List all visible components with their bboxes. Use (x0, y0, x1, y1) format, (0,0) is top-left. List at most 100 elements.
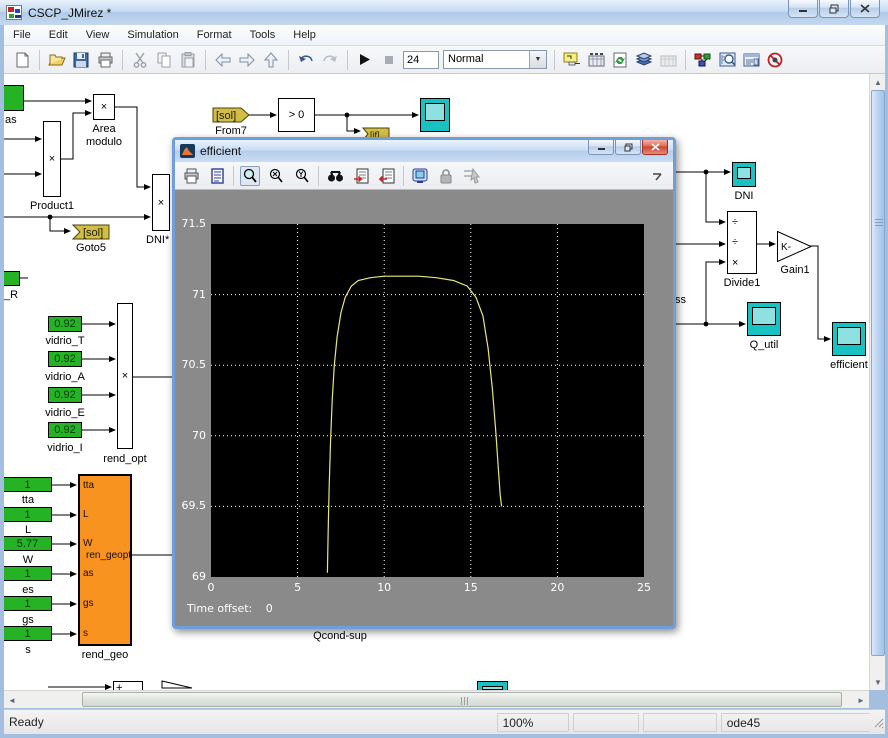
zoom-x-icon[interactable] (266, 166, 286, 186)
open-icon[interactable] (47, 50, 67, 70)
vertical-scroll-thumb[interactable] (871, 90, 885, 656)
undo-icon[interactable] (296, 50, 316, 70)
go-back-icon[interactable] (213, 50, 233, 70)
redo-icon[interactable] (320, 50, 340, 70)
vertical-scrollbar[interactable]: ▲ ▼ (869, 74, 885, 690)
scope-plot-area[interactable] (211, 224, 644, 577)
copy-icon[interactable] (154, 50, 174, 70)
block-vidrio-i[interactable]: 0.92 (48, 422, 82, 438)
scroll-down-icon[interactable]: ▼ (870, 674, 886, 690)
block-scope-fragment[interactable] (477, 681, 508, 690)
block-rend-opt[interactable]: × (117, 303, 133, 449)
build-icon[interactable] (634, 50, 654, 70)
block-scope-qutil[interactable] (747, 302, 781, 336)
block-area-modulo[interactable]: × (93, 94, 115, 120)
block-label: Product1 (29, 200, 75, 212)
cut-icon[interactable] (130, 50, 150, 70)
block-constant-as[interactable] (4, 85, 24, 111)
block-vidrio-t[interactable]: 0.92 (48, 316, 82, 332)
simulink-app-icon (6, 5, 22, 20)
close-button[interactable] (850, 0, 880, 18)
block-constant-tta[interactable]: 1 (4, 477, 52, 492)
library-link-icon[interactable] (562, 50, 582, 70)
simulink-debugger-icon[interactable] (741, 50, 761, 70)
library-browser-icon[interactable] (693, 50, 713, 70)
parameters-icon[interactable] (207, 166, 227, 186)
simulation-stop-time-input[interactable]: 24 (403, 50, 439, 69)
start-simulation-icon[interactable] (355, 50, 375, 70)
model-canvas[interactable]: as × Product1 × Area modulo [sol] Goto5 … (4, 74, 869, 690)
menu-help[interactable]: Help (284, 25, 325, 45)
block-scope-efficient[interactable] (832, 322, 866, 356)
menu-simulation[interactable]: Simulation (118, 25, 187, 45)
go-forward-icon[interactable] (237, 50, 257, 70)
block-constant-s[interactable]: 1 (4, 626, 52, 641)
simulation-mode-select[interactable]: Normal ▼ (443, 50, 547, 69)
save-axes-icon[interactable] (351, 166, 371, 186)
menu-view[interactable]: View (77, 25, 119, 45)
block-scope-dni[interactable] (732, 162, 756, 187)
go-up-icon[interactable] (261, 50, 281, 70)
status-bar: Ready 100% ode45 (4, 709, 885, 734)
block-constant-es[interactable]: 1 (4, 566, 52, 581)
block-from7[interactable]: [sol] (212, 107, 250, 123)
block-sum-fragment[interactable]: + (113, 681, 143, 690)
model-explorer-icon[interactable] (717, 50, 737, 70)
block-compare-to-zero[interactable]: > 0 (278, 98, 315, 132)
block-label: rend_opt (103, 453, 147, 465)
print-icon[interactable] (181, 166, 201, 186)
scroll-up-icon[interactable]: ▲ (870, 74, 886, 90)
block-scope-top[interactable] (420, 98, 450, 132)
block-product1[interactable]: × (43, 121, 61, 197)
block-constant-gs[interactable]: 1 (4, 596, 52, 611)
new-model-icon[interactable] (12, 50, 32, 70)
menu-bar: File Edit View Simulation Format Tools H… (4, 25, 885, 46)
horizontal-scrollbar[interactable]: ◄ ► (4, 690, 869, 708)
block-rend-geo-subsystem[interactable]: tta L W as gs s ren_geopt (78, 474, 132, 646)
toolbar-overflow-icon[interactable] (647, 166, 667, 186)
floating-scope-icon[interactable] (410, 166, 430, 186)
print-icon[interactable] (95, 50, 115, 70)
disabled-grid-icon (658, 50, 678, 70)
scope-minimize-button[interactable] (588, 140, 614, 155)
block-constant-l[interactable]: 1 (4, 507, 52, 522)
zoom-y-icon[interactable] (292, 166, 312, 186)
scope-window-efficient[interactable]: efficient 69 69.5 70 70.5 71 71.5 0 5 10… (172, 137, 676, 629)
scope-restore-button[interactable] (615, 140, 641, 155)
block-constant-tr[interactable] (4, 271, 20, 286)
restore-axes-icon[interactable] (377, 166, 397, 186)
time-offset: Time offset: 0 (187, 602, 273, 615)
debug-disabled-icon[interactable] (765, 50, 785, 70)
scroll-right-icon[interactable]: ► (853, 692, 869, 708)
block-vidrio-a[interactable]: 0.92 (48, 351, 82, 367)
block-dni-multiply[interactable]: × (152, 174, 170, 231)
restore-button[interactable] (819, 0, 849, 18)
horizontal-scroll-thumb[interactable] (82, 692, 842, 707)
menu-tools[interactable]: Tools (241, 25, 285, 45)
resize-grip[interactable] (872, 716, 885, 729)
menu-edit[interactable]: Edit (40, 25, 77, 45)
block-gain1[interactable]: K- (777, 230, 813, 263)
save-icon[interactable] (71, 50, 91, 70)
minimize-button[interactable] (788, 0, 818, 18)
block-divide1[interactable]: ÷ ÷ × (727, 211, 757, 274)
scope-title-bar[interactable]: efficient (175, 140, 673, 162)
update-diagram-icon[interactable] (610, 50, 630, 70)
autoscale-icon[interactable] (325, 166, 345, 186)
x-tick-label: 10 (377, 581, 392, 594)
block-constant-w[interactable]: 5.77 (4, 536, 52, 551)
scope-close-button[interactable] (642, 140, 668, 155)
block-goto5[interactable]: [sol] (71, 224, 110, 240)
stop-simulation-icon[interactable] (379, 50, 399, 70)
svg-text:K-: K- (781, 242, 791, 253)
menu-file[interactable]: File (4, 25, 40, 45)
chevron-down-icon[interactable]: ▼ (529, 51, 546, 68)
zoom-icon[interactable] (240, 165, 260, 186)
block-label: DNI (734, 190, 754, 202)
scroll-left-icon[interactable]: ◄ (4, 692, 20, 708)
block-vidrio-e[interactable]: 0.92 (48, 387, 82, 403)
block-label: gs (22, 614, 34, 626)
menu-format[interactable]: Format (188, 25, 241, 45)
paste-icon[interactable] (178, 50, 198, 70)
model-browser-icon[interactable] (586, 50, 606, 70)
